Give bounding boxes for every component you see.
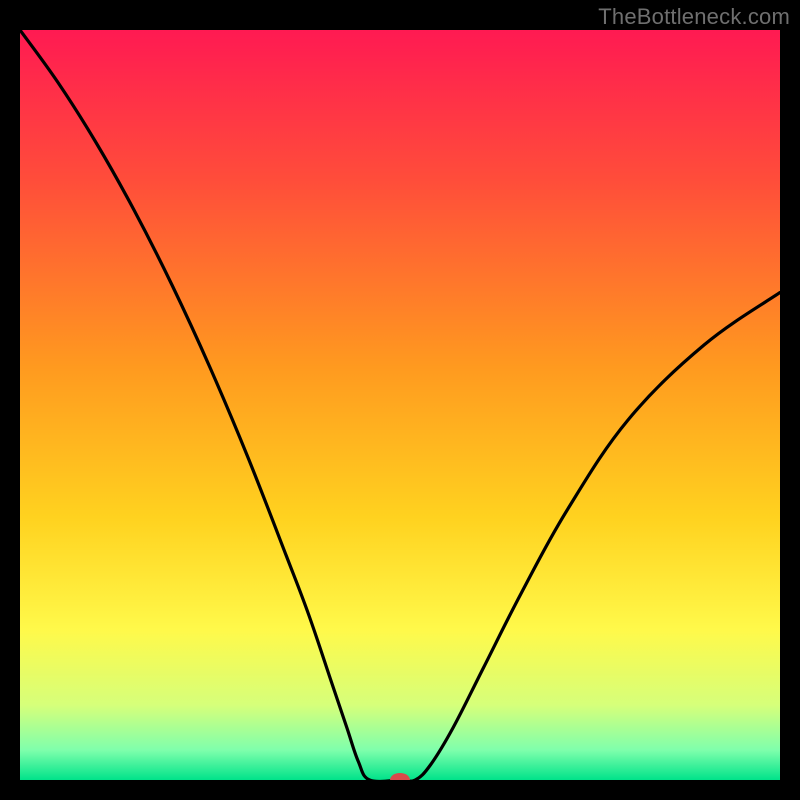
bottleneck-chart: [0, 0, 800, 800]
watermark-text: TheBottleneck.com: [598, 4, 790, 30]
chart-frame: { "watermark": "TheBottleneck.com", "cha…: [0, 0, 800, 800]
current-config-marker: [390, 773, 410, 787]
gradient-background: [20, 30, 780, 780]
